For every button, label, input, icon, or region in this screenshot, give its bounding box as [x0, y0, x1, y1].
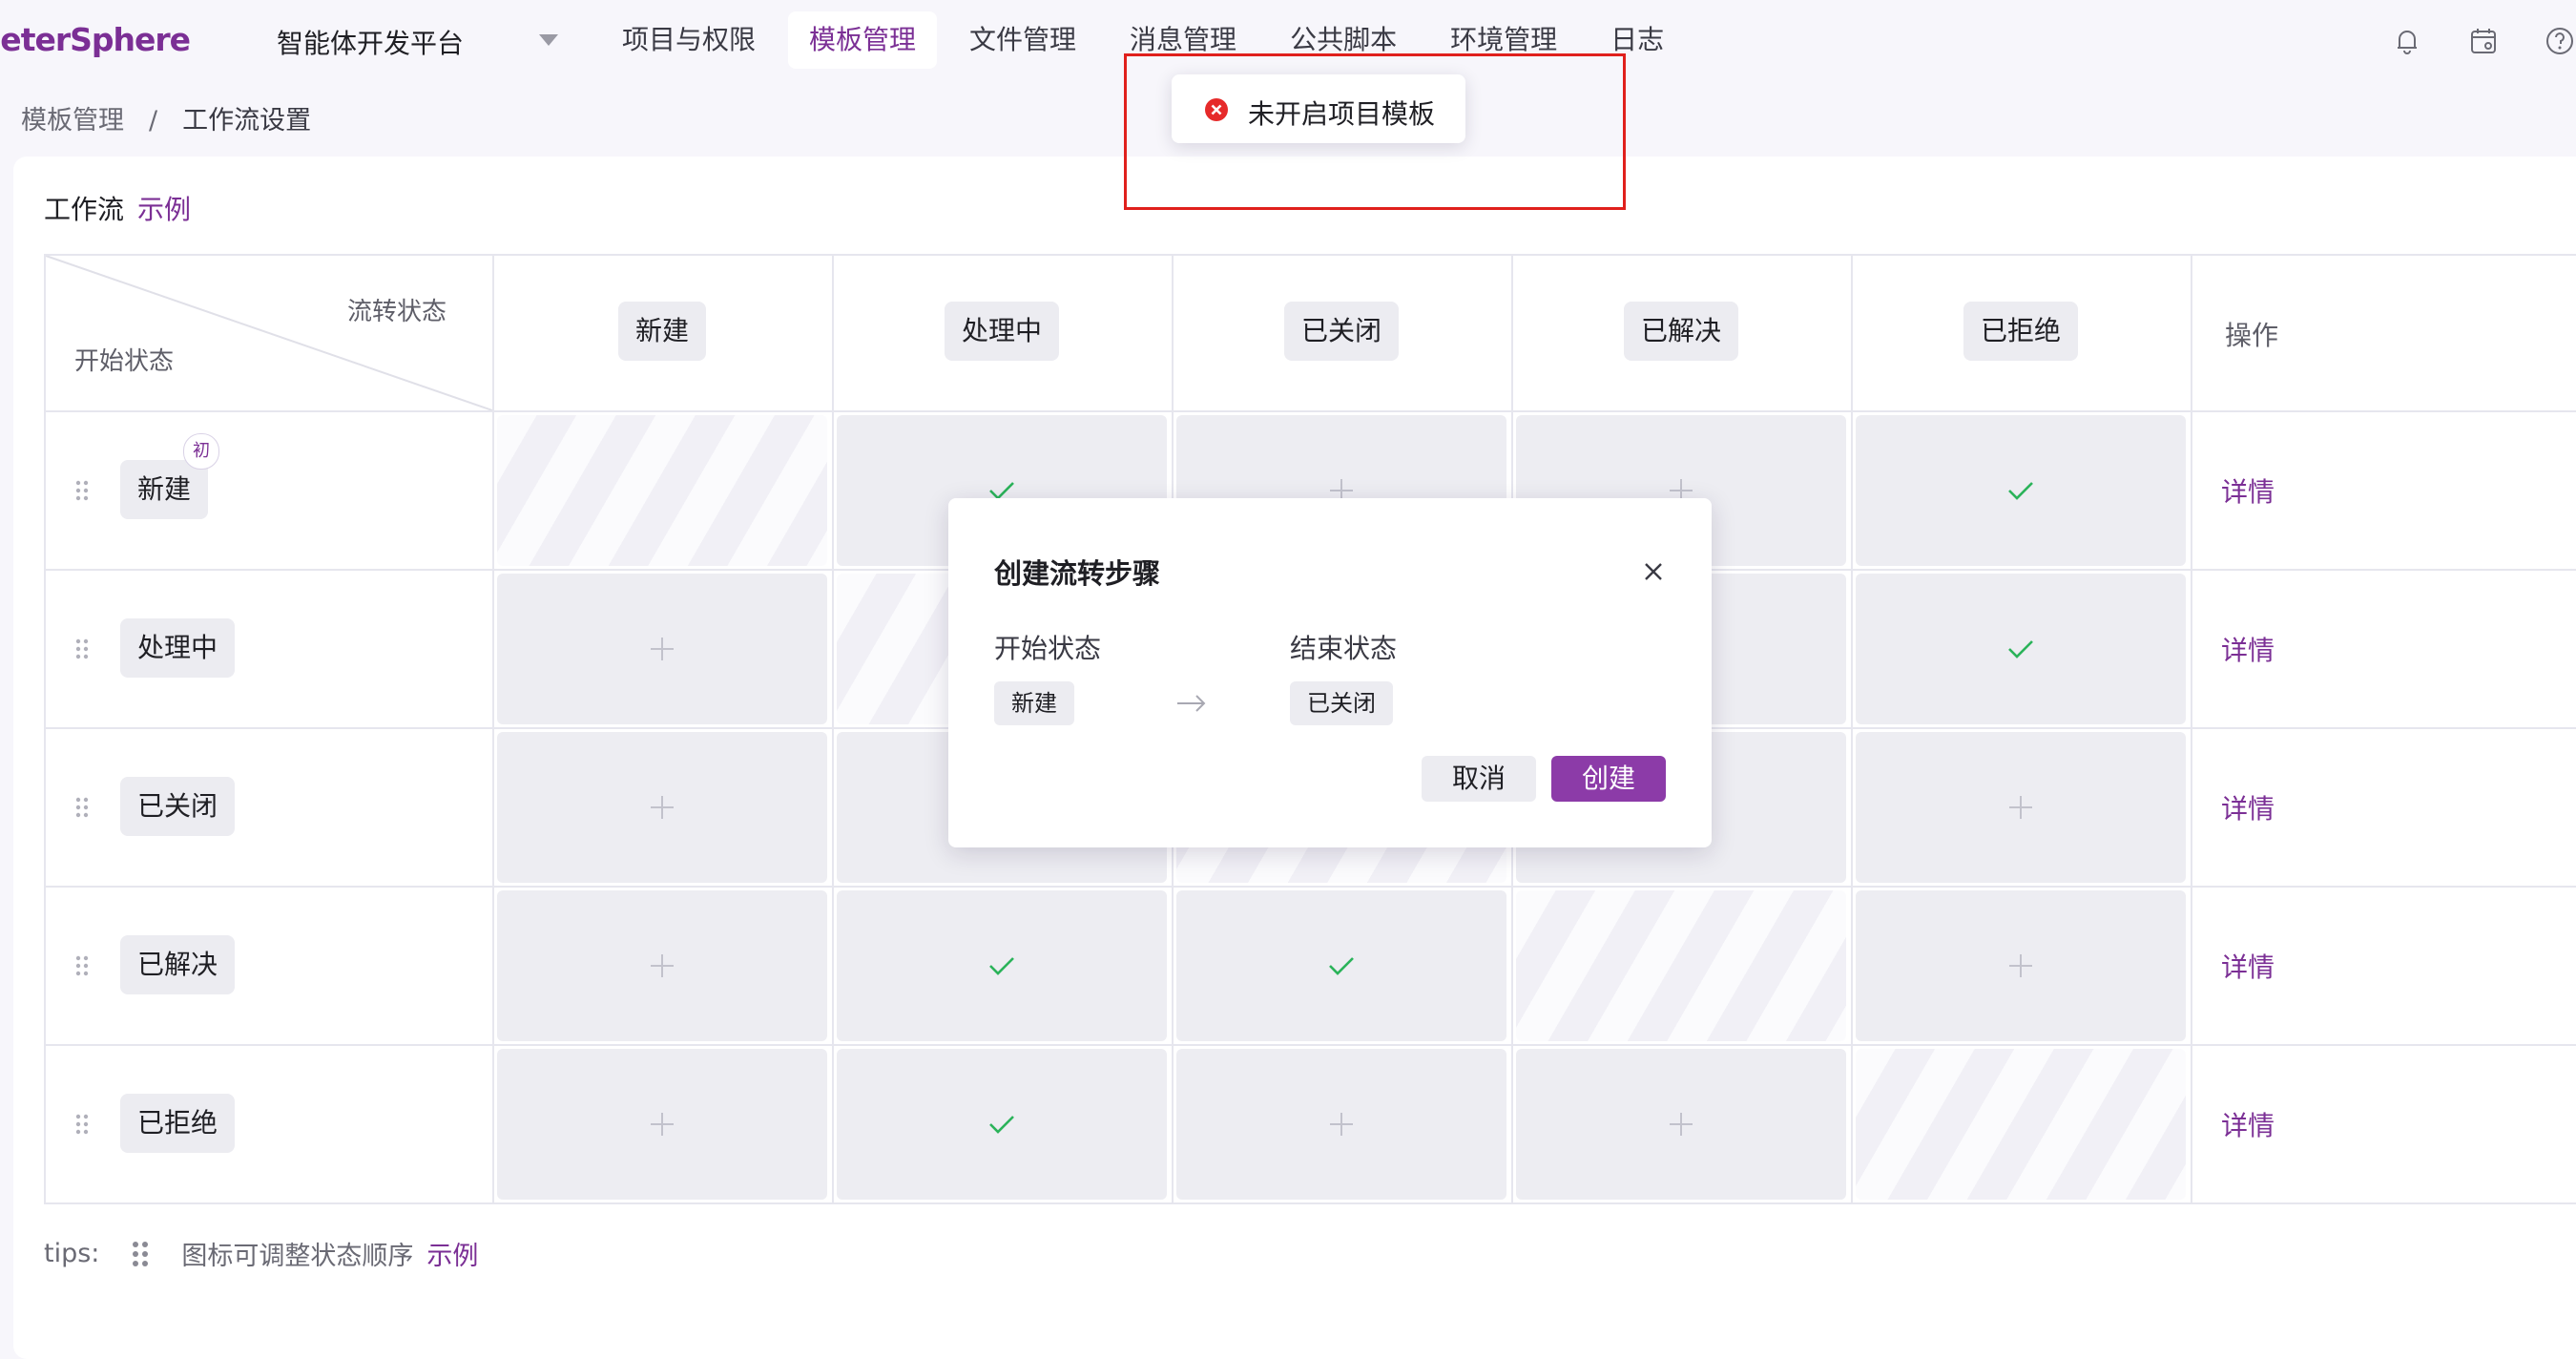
- transition-cell[interactable]: [1516, 1049, 1846, 1200]
- row-detail-link[interactable]: 详情: [2221, 1105, 2275, 1143]
- nav-item[interactable]: 文件管理: [948, 11, 1097, 69]
- start-state-label: 开始状态: [994, 633, 1102, 664]
- plus-icon: [2009, 796, 2032, 819]
- row-state-chip: 已关闭: [120, 777, 236, 836]
- calendar-icon[interactable]: [2467, 25, 2500, 57]
- workflow-title: 工作流: [44, 194, 125, 225]
- app-logo[interactable]: leterSphere: [0, 21, 191, 58]
- close-icon[interactable]: [1643, 561, 1664, 582]
- drag-handle-icon[interactable]: [74, 796, 90, 819]
- annotation-highlight-box: [1124, 53, 1626, 210]
- check-icon: [2008, 640, 2033, 659]
- disabled-self-transition-cell: [497, 415, 827, 566]
- row-detail-link[interactable]: 详情: [2221, 630, 2275, 668]
- drag-handle-icon[interactable]: [74, 638, 90, 660]
- breadcrumb-parent[interactable]: 模板管理: [21, 106, 124, 136]
- tips-text: 图标可调整状态顺序: [181, 1242, 414, 1271]
- grid-line: [44, 254, 2576, 256]
- column-state-chip: 新建: [617, 302, 707, 361]
- row-state-chip: 已拒绝: [120, 1094, 236, 1153]
- transition-cell[interactable]: [497, 1049, 827, 1200]
- modal-title: 创建流转步骤: [994, 557, 1161, 590]
- plus-icon: [2009, 954, 2032, 977]
- tips-example-link[interactable]: 示例: [426, 1235, 478, 1272]
- tips-prefix: tips:: [44, 1239, 100, 1268]
- row-detail-link[interactable]: 详情: [2221, 471, 2275, 510]
- tips-bar: tips: 图标可调整状态顺序 示例: [44, 1235, 478, 1272]
- platform-selector[interactable]: 智能体开发平台: [277, 23, 464, 61]
- grid-line: [44, 1044, 2576, 1046]
- transition-cell[interactable]: [837, 890, 1167, 1041]
- disabled-self-transition-cell: [1516, 890, 1846, 1041]
- grid-line: [44, 1202, 2576, 1204]
- row-detail-link[interactable]: 详情: [2221, 947, 2275, 985]
- transition-cell[interactable]: [1856, 732, 2186, 883]
- corner-header-target: 流转状态: [347, 298, 447, 326]
- initial-state-badge: 初: [183, 433, 219, 470]
- breadcrumb: 模板管理 / 工作流设置: [21, 99, 311, 136]
- transition-cell[interactable]: [497, 732, 827, 883]
- cancel-button[interactable]: 取消: [1422, 756, 1537, 802]
- workflow-example-link[interactable]: 示例: [137, 194, 191, 225]
- top-right-icons: [2391, 25, 2576, 57]
- workflow-header: 工作流 示例: [44, 189, 191, 227]
- column-state-chip: 处理中: [944, 302, 1060, 361]
- plus-icon: [1670, 1113, 1693, 1136]
- grid-line: [44, 410, 2576, 412]
- transition-cell[interactable]: [497, 574, 827, 724]
- row-state-chip: 已解决: [120, 935, 236, 994]
- plus-icon: [651, 638, 674, 660]
- check-icon: [1329, 957, 1354, 975]
- grid-line: [44, 886, 2576, 888]
- operation-column-header: 操作: [2225, 320, 2279, 351]
- corner-header-source: 开始状态: [74, 347, 175, 376]
- transition-cell[interactable]: [837, 1049, 1167, 1200]
- drag-handle-icon[interactable]: [74, 954, 90, 977]
- create-transition-modal: 创建流转步骤 开始状态 结束状态 新建 已关闭 取消 创建: [948, 498, 1712, 847]
- disabled-self-transition-cell: [1856, 1049, 2186, 1200]
- transition-cell[interactable]: [1176, 890, 1506, 1041]
- transition-cell[interactable]: [1176, 1049, 1506, 1200]
- create-button[interactable]: 创建: [1551, 756, 1667, 802]
- drag-handle-icon[interactable]: [74, 1113, 90, 1136]
- drag-handle-icon: [133, 1241, 149, 1266]
- breadcrumb-separator: /: [149, 106, 158, 136]
- row-state-chip: 处理中: [120, 618, 236, 678]
- end-state-label: 结束状态: [1290, 633, 1398, 664]
- plus-icon: [651, 954, 674, 977]
- transition-cell[interactable]: [497, 890, 827, 1041]
- plus-icon: [1330, 1113, 1353, 1136]
- plus-icon: [651, 796, 674, 819]
- plus-icon: [651, 1113, 674, 1136]
- column-state-chip: 已拒绝: [1963, 302, 2079, 361]
- transition-cell[interactable]: [1856, 890, 2186, 1041]
- transition-cell[interactable]: [1856, 415, 2186, 566]
- column-state-chip: 已关闭: [1283, 302, 1400, 361]
- help-icon[interactable]: [2544, 25, 2576, 57]
- breadcrumb-current: 工作流设置: [182, 106, 312, 136]
- bell-icon[interactable]: [2391, 25, 2423, 57]
- row-detail-link[interactable]: 详情: [2221, 788, 2275, 826]
- nav-item[interactable]: 模板管理: [788, 11, 938, 69]
- check-icon: [989, 1116, 1014, 1134]
- arrow-right-icon: [1177, 695, 1206, 712]
- column-state-chip: 已解决: [1623, 302, 1739, 361]
- end-state-value: 已关闭: [1290, 681, 1393, 725]
- start-state-value: 新建: [994, 681, 1074, 725]
- corner-diagonal-line: [45, 255, 492, 410]
- check-icon: [989, 957, 1014, 975]
- nav-item[interactable]: 项目与权限: [601, 11, 777, 69]
- chevron-down-icon[interactable]: [539, 34, 558, 46]
- check-icon: [2008, 482, 2033, 500]
- transition-cell[interactable]: [1856, 574, 2186, 724]
- drag-handle-icon[interactable]: [74, 479, 90, 502]
